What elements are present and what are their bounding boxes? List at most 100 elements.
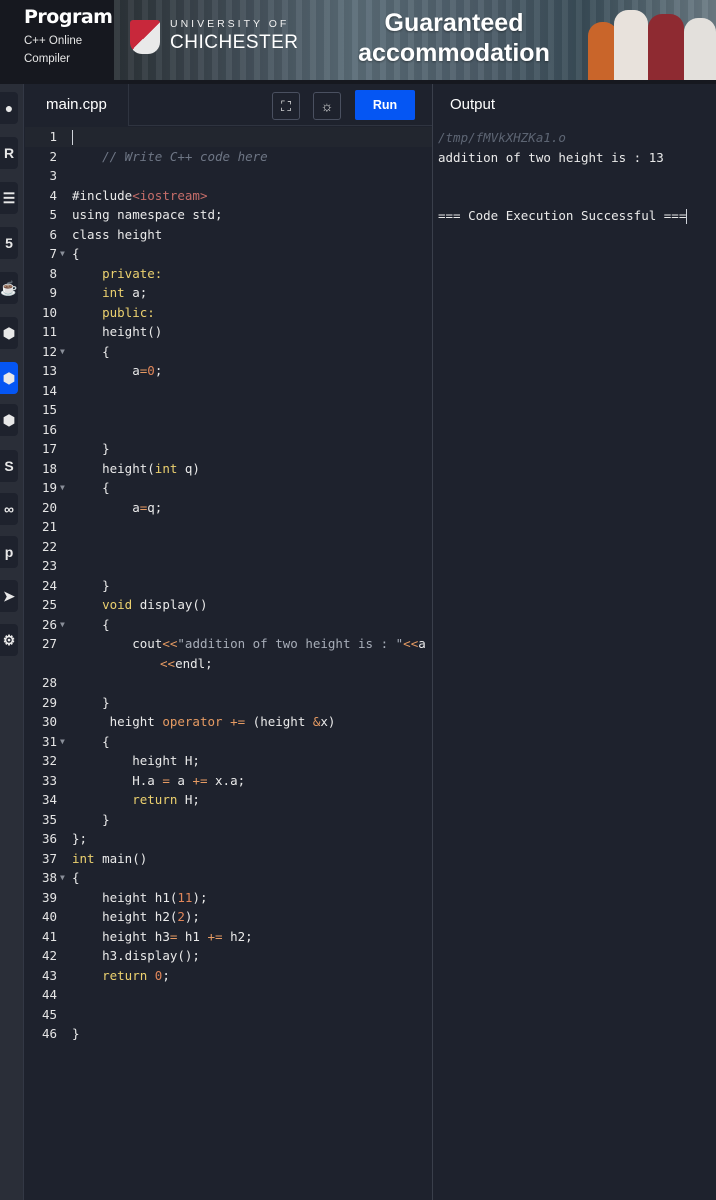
swift-icon[interactable]: ➤ <box>0 580 18 612</box>
code-line[interactable]: 31 ▼ { <box>25 732 432 752</box>
code-line[interactable]: 7 ▼ { <box>25 244 432 264</box>
code-line[interactable]: 4 #include<iostream> <box>25 186 432 206</box>
code-token: <iostream> <box>132 187 208 203</box>
line-text: using namespace std; <box>72 207 223 222</box>
code-line[interactable]: 44 <box>25 985 432 1005</box>
line-number: 29 <box>41 694 57 710</box>
code-line[interactable]: 9 int a; <box>25 283 432 303</box>
code-line[interactable]: 11 height() <box>25 322 432 342</box>
code-line[interactable]: 16 <box>25 420 432 440</box>
code-line[interactable]: 17 } <box>25 439 432 459</box>
run-button[interactable]: Run <box>355 90 415 120</box>
html-icon[interactable]: 5 <box>0 227 18 259</box>
line-number: 36 <box>41 831 57 846</box>
fold-arrow-icon[interactable]: ▼ <box>60 732 65 752</box>
code-line[interactable]: 14 <box>25 381 432 401</box>
code-line[interactable]: 39 height h1(11); <box>25 888 432 908</box>
code-line[interactable]: 46} <box>25 1024 432 1044</box>
ad-headline-line1: Guaranteed <box>384 9 524 37</box>
code-line[interactable]: 38 ▼ { <box>25 868 432 888</box>
line-number: 8 <box>49 265 57 281</box>
code-line[interactable]: 28 <box>25 673 432 693</box>
code-line[interactable]: 15 <box>25 400 432 420</box>
line-number: 7 <box>49 246 57 261</box>
code-line[interactable]: 41 height h3= h1 += h2; <box>25 927 432 947</box>
line-text: class height <box>72 226 163 242</box>
brand-area[interactable]: Programiz C++ Online Compiler <box>0 0 130 84</box>
line-number: 18 <box>41 460 57 476</box>
tab-main-cpp[interactable]: main.cpp <box>25 84 129 126</box>
code-line[interactable]: 27 cout<<"addition of two height is : "<… <box>25 634 432 673</box>
code-line[interactable]: 36}; <box>25 829 432 849</box>
c-icon[interactable]: ⬢ <box>0 317 18 349</box>
python-icon[interactable]: ● <box>0 92 18 124</box>
code-line[interactable]: 12 ▼ { <box>25 342 432 362</box>
code-line[interactable]: 8 private: <box>25 264 432 284</box>
fullscreen-icon[interactable]: ⛶ <box>272 92 300 120</box>
code-line[interactable]: 20 a=q; <box>25 498 432 518</box>
code-line[interactable]: 5 using namespace std; <box>25 205 432 225</box>
line-number: 28 <box>41 675 57 690</box>
csharp-icon[interactable]: ⬢ <box>0 404 18 436</box>
line-text: } <box>72 693 110 713</box>
code-line[interactable]: 34 return H; <box>25 790 432 810</box>
code-line[interactable]: 3 <box>25 166 432 186</box>
advertisement-banner[interactable]: UNIVERSITY OF CHICHESTER Guaranteed acco… <box>114 0 716 80</box>
code-token: { <box>102 733 110 749</box>
ad-university-name: CHICHESTER <box>170 32 299 53</box>
fold-arrow-icon[interactable]: ▼ <box>60 478 65 498</box>
fold-arrow-icon[interactable]: ▼ <box>60 244 65 264</box>
line-text <box>72 127 73 147</box>
sql-icon[interactable]: ☰ <box>0 182 18 214</box>
code-line[interactable]: 22 <box>25 537 432 557</box>
line-number: 2 <box>49 148 57 164</box>
code-line[interactable]: 42 h3.display(); <box>25 946 432 966</box>
theme-toggle-icon[interactable]: ☼ <box>313 92 341 120</box>
code-line[interactable]: 6 class height <box>25 225 432 245</box>
code-line[interactable]: 18 height(int q) <box>25 459 432 479</box>
fold-arrow-icon[interactable]: ▼ <box>60 342 65 362</box>
code-line[interactable]: 43 return 0; <box>25 966 432 986</box>
programiz-logo[interactable]: Programiz <box>24 6 130 28</box>
line-number: 33 <box>41 772 57 788</box>
fold-arrow-icon[interactable]: ▼ <box>60 615 65 635</box>
code-line[interactable]: 37 int main() <box>25 849 432 869</box>
code-line[interactable]: 24 } <box>25 576 432 596</box>
code-line[interactable]: 2 // Write C++ code here <box>25 147 432 167</box>
code-line[interactable]: 35 } <box>25 810 432 830</box>
code-line[interactable]: 10 public: <box>25 303 432 323</box>
code-line[interactable]: 40 height h2(2); <box>25 907 432 927</box>
php-icon[interactable]: p <box>0 536 18 568</box>
go-icon[interactable]: ∞ <box>0 493 18 525</box>
code-line[interactable]: 13 a=0; <box>25 361 432 381</box>
java-icon[interactable]: ☕ <box>0 272 18 304</box>
cpp-icon[interactable]: ⬢ <box>0 362 18 394</box>
code-line[interactable]: 45 <box>25 1005 432 1025</box>
ad-headline: Guaranteed accommodation <box>339 8 569 68</box>
code-token: x) <box>320 714 336 729</box>
js-icon[interactable]: S <box>0 450 18 482</box>
fold-arrow-icon[interactable]: ▼ <box>60 868 65 888</box>
code-line[interactable]: 19 ▼ { <box>25 478 432 498</box>
output-console[interactable]: /tmp/fMVkXHZKa1.o addition of two height… <box>438 128 716 226</box>
code-comment: // Write C++ code here <box>102 148 268 164</box>
code-token: h3.display(); <box>102 948 200 963</box>
code-line[interactable]: 23 <box>25 556 432 576</box>
rust-icon[interactable]: ⚙ <box>0 624 18 656</box>
code-line[interactable]: 26 ▼ { <box>25 615 432 635</box>
code-area[interactable]: 1 2 // Write C++ code here 3 4 #include<i… <box>25 127 432 1044</box>
code-line[interactable]: 25 void display() <box>25 595 432 615</box>
code-line[interactable]: 21 <box>25 517 432 537</box>
ad-headline-line2: accommodation <box>358 39 550 67</box>
line-number: 22 <box>41 538 57 554</box>
code-line[interactable]: 30 height operator += (height &x) <box>25 712 432 732</box>
line-text: a=0; <box>72 361 162 381</box>
r-icon[interactable]: R <box>0 137 18 169</box>
code-line[interactable]: 32 height H; <box>25 751 432 771</box>
line-number: 39 <box>41 889 57 905</box>
code-token: height h2( <box>102 909 178 924</box>
console-cursor <box>686 209 688 224</box>
code-line[interactable]: 29 } <box>25 693 432 713</box>
code-line[interactable]: 1 <box>25 127 432 147</box>
code-line[interactable]: 33 H.a = a += x.a; <box>25 771 432 791</box>
